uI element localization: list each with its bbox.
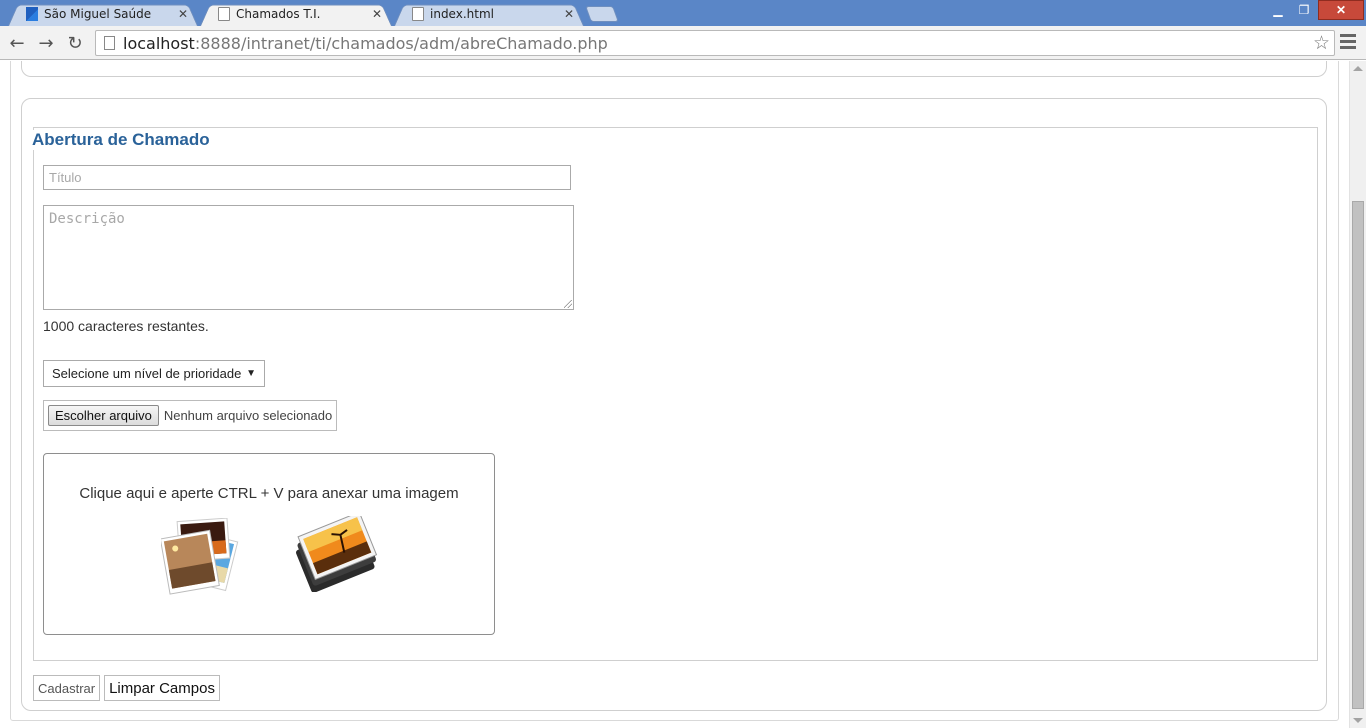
description-field[interactable] bbox=[43, 205, 574, 310]
tab-index-html[interactable]: index.html ✕ bbox=[394, 2, 584, 26]
characters-remaining: 1000 caracteres restantes. bbox=[43, 318, 209, 334]
site-favicon-icon bbox=[26, 7, 38, 21]
priority-select[interactable]: Selecione um nível de prioridade ▼ bbox=[43, 360, 265, 387]
hamburger-menu-icon[interactable] bbox=[1340, 34, 1356, 49]
previous-panel bbox=[21, 61, 1327, 77]
scrollbar-thumb[interactable] bbox=[1352, 201, 1364, 709]
new-tab-button[interactable] bbox=[585, 6, 619, 22]
submit-button[interactable]: Cadastrar bbox=[33, 675, 101, 701]
vertical-scrollbar[interactable] bbox=[1349, 61, 1366, 728]
tab-title: São Miguel Saúde bbox=[44, 7, 152, 21]
title-input[interactable] bbox=[44, 166, 570, 189]
choose-file-button[interactable]: Escolher arquivo bbox=[48, 405, 159, 426]
close-tab-icon[interactable]: ✕ bbox=[564, 7, 574, 21]
forward-arrow-icon[interactable]: → bbox=[34, 31, 58, 55]
form-actions: Cadastrar Limpar Campos bbox=[33, 675, 220, 701]
restore-icon[interactable]: ❐ bbox=[1292, 0, 1316, 20]
back-arrow-icon[interactable]: ← bbox=[5, 31, 29, 55]
dropdown-arrow-icon: ▼ bbox=[246, 368, 256, 379]
page-viewport: Abertura de Chamado 1000 caracteres rest… bbox=[0, 61, 1349, 728]
tab-title: Chamados T.I. bbox=[236, 7, 321, 21]
paste-instruction: Clique aqui e aperte CTRL + V para anexa… bbox=[79, 485, 459, 502]
star-icon[interactable]: ☆ bbox=[1313, 32, 1330, 55]
description-textarea[interactable] bbox=[44, 206, 573, 309]
photo-stack-icon bbox=[161, 518, 239, 595]
file-input[interactable]: Escolher arquivo Nenhum arquivo selecion… bbox=[43, 400, 337, 431]
ticket-panel: Abertura de Chamado 1000 caracteres rest… bbox=[21, 98, 1327, 711]
minimize-icon[interactable]: ▁ bbox=[1266, 0, 1290, 20]
page-favicon-icon bbox=[412, 7, 424, 21]
address-bar[interactable]: localhost:8888/intranet/ti/chamados/adm/… bbox=[95, 30, 1335, 56]
paste-image-area[interactable]: Clique aqui e aperte CTRL + V para anexa… bbox=[43, 453, 495, 635]
browser-tab-strip: São Miguel Saúde ✕ Chamados T.I. ✕ index… bbox=[0, 0, 1366, 26]
scroll-down-icon[interactable] bbox=[1353, 718, 1363, 723]
reload-icon[interactable]: ↻ bbox=[63, 31, 87, 55]
photo-gallery-icon bbox=[296, 516, 378, 592]
resize-grip-icon[interactable] bbox=[564, 300, 572, 308]
tab-sao-miguel-saude[interactable]: São Miguel Saúde ✕ bbox=[8, 2, 198, 26]
tab-title: index.html bbox=[430, 7, 494, 21]
file-status: Nenhum arquivo selecionado bbox=[163, 408, 333, 423]
form-legend: Abertura de Chamado bbox=[32, 130, 212, 150]
close-tab-icon[interactable]: ✕ bbox=[178, 7, 188, 21]
page-favicon-icon bbox=[218, 7, 230, 21]
tab-chamados-ti[interactable]: Chamados T.I. ✕ bbox=[200, 2, 392, 26]
browser-toolbar: ← → ↻ localhost:8888/intranet/ti/chamado… bbox=[0, 26, 1366, 60]
title-field[interactable] bbox=[43, 165, 571, 190]
priority-selected-value: Selecione um nível de prioridade bbox=[52, 366, 242, 381]
page-icon bbox=[104, 36, 115, 50]
close-tab-icon[interactable]: ✕ bbox=[372, 7, 382, 21]
url-text: localhost:8888/intranet/ti/chamados/adm/… bbox=[123, 33, 608, 53]
window-close-icon[interactable]: ✕ bbox=[1318, 0, 1364, 20]
scroll-up-icon[interactable] bbox=[1353, 66, 1363, 71]
clear-fields-button[interactable]: Limpar Campos bbox=[104, 675, 220, 701]
